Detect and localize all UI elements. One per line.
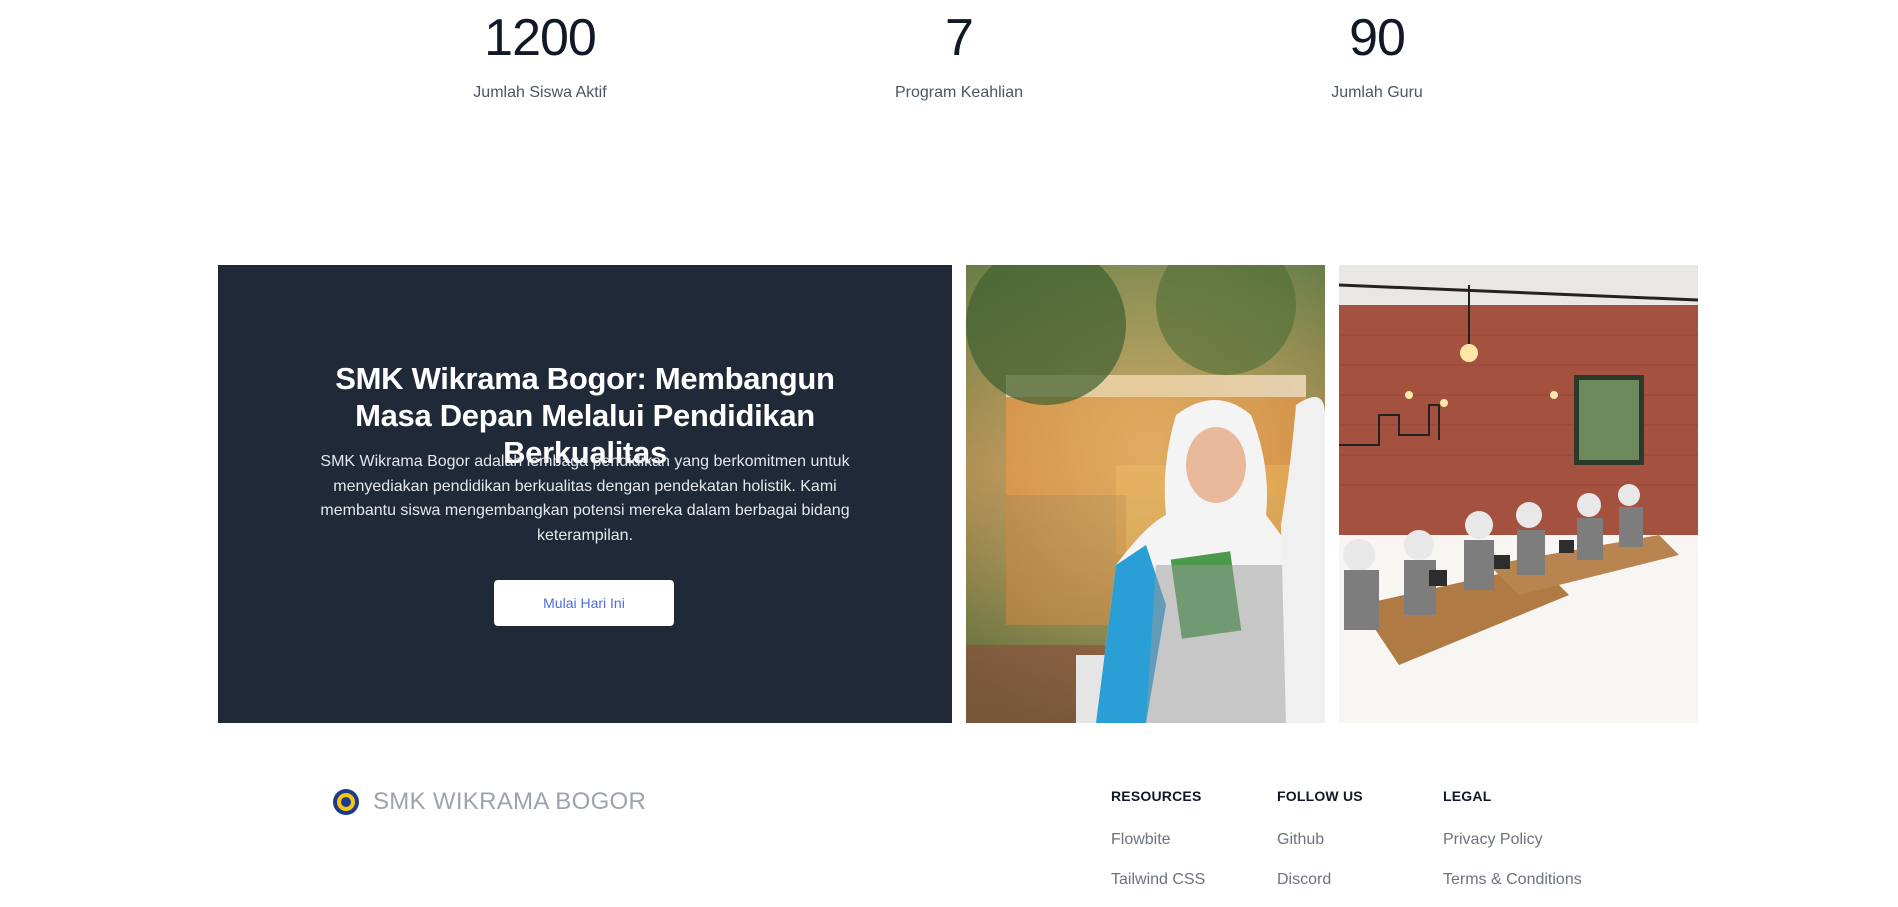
stat-programs: 7 Program Keahlian [809, 0, 1109, 102]
start-today-button[interactable]: Mulai Hari Ini [494, 580, 674, 626]
footer-link-discord[interactable]: Discord [1277, 871, 1331, 889]
stat-value: 1200 [484, 9, 597, 67]
cta-panel: SMK Wikrama Bogor: Membangun Masa Depan … [218, 265, 952, 723]
stat-label: Program Keahlian [894, 84, 1024, 101]
computer-lab-image [1339, 265, 1698, 723]
student-photo-image [966, 265, 1325, 723]
footer-legal: LEGAL Privacy Policy Terms & Conditions [1443, 788, 1582, 888]
footer-link-privacy[interactable]: Privacy Policy [1443, 831, 1543, 849]
computer-lab-photo [1339, 265, 1698, 723]
footer-heading: FOLLOW US [1277, 788, 1363, 804]
stat-value: 7 [945, 9, 974, 67]
stat-teachers: 90 Jumlah Guru [1227, 0, 1527, 102]
footer-resources: RESOURCES Flowbite Tailwind CSS [1111, 788, 1205, 888]
footer-follow-us: FOLLOW US Github Discord [1277, 788, 1363, 888]
stat-active-students: 1200 Jumlah Siswa Aktif [390, 0, 690, 102]
footer-link-tailwind[interactable]: Tailwind CSS [1111, 871, 1205, 889]
student-photo [966, 265, 1325, 723]
footer-link-github[interactable]: Github [1277, 831, 1324, 849]
footer-brand: SMK WIKRAMA BOGOR [373, 788, 647, 815]
footer-heading: LEGAL [1443, 788, 1492, 804]
footer-heading: RESOURCES [1111, 788, 1202, 804]
school-emblem-icon [333, 789, 359, 815]
footer-logo[interactable]: SMK WIKRAMA BOGOR [332, 788, 646, 816]
footer-link-terms[interactable]: Terms & Conditions [1443, 871, 1582, 889]
cta-description: SMK Wikrama Bogor adalah lembaga pendidi… [320, 453, 850, 544]
stat-label: Jumlah Guru [1331, 84, 1423, 101]
stat-label: Jumlah Siswa Aktif [473, 84, 607, 101]
footer-link-flowbite[interactable]: Flowbite [1111, 831, 1171, 849]
stat-value: 90 [1349, 9, 1406, 67]
